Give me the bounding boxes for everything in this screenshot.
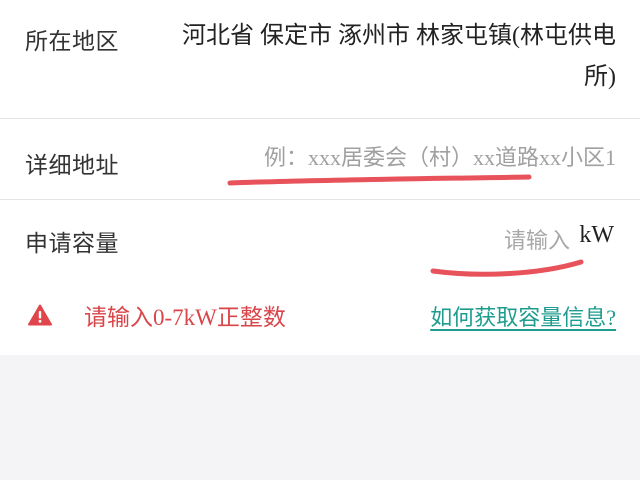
- capacity-label: 申请容量: [25, 231, 119, 257]
- capacity-unit: kW: [579, 222, 614, 248]
- capacity-help-link[interactable]: 如何获取容量信息?: [430, 300, 616, 332]
- region-value-line-1: 河北省 保定市 涿州市 林家屯镇(林屯供电: [182, 23, 616, 49]
- capacity-input[interactable]: [340, 224, 570, 258]
- address-input[interactable]: [176, 141, 616, 175]
- region-value[interactable]: 河北省 保定市 涿州市 林家屯镇(林屯供电 所): [146, 16, 616, 98]
- region-value-line-2: 所): [584, 64, 616, 90]
- capacity-row: 申请容量 kW 请输入0-7kW正整数 如何获取容量信息?: [0, 200, 640, 355]
- address-label: 详细地址: [25, 153, 119, 179]
- capacity-error-message: 请输入0-7kW正整数: [84, 305, 286, 330]
- address-row: 详细地址: [0, 119, 640, 199]
- region-row[interactable]: 所在地区 河北省 保定市 涿州市 林家屯镇(林屯供电 所): [0, 0, 640, 118]
- application-form: 所在地区 河北省 保定市 涿州市 林家屯镇(林屯供电 所) 详细地址 申请容量 …: [0, 0, 640, 355]
- warning-triangle-icon: [28, 304, 52, 326]
- region-label: 所在地区: [25, 29, 119, 55]
